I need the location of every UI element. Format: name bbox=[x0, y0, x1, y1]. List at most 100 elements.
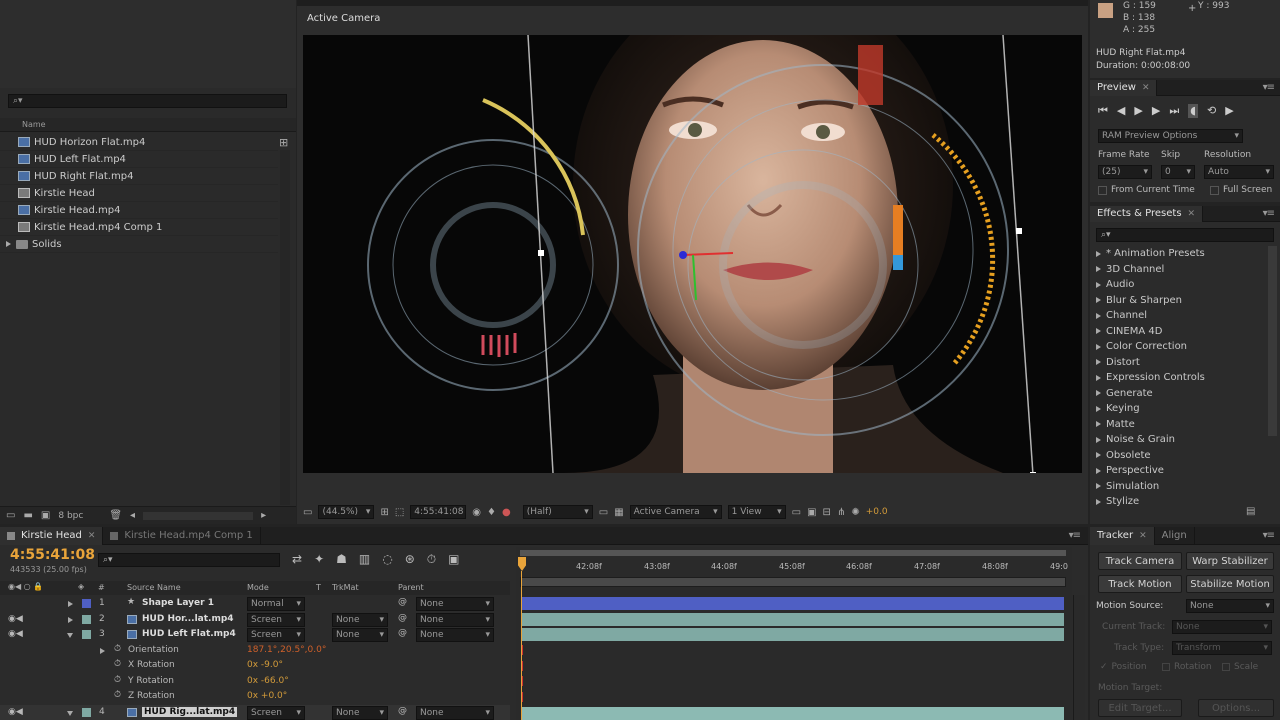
panel-menu-icon[interactable]: ▾≡ bbox=[1069, 530, 1081, 541]
blend-mode-select[interactable]: Screen ▾ bbox=[247, 628, 305, 642]
resolution-select[interactable]: (Half) ▾ bbox=[522, 505, 593, 519]
expand-arrow-icon[interactable] bbox=[6, 241, 11, 247]
view-layout-select[interactable]: 1 View ▾ bbox=[727, 505, 786, 519]
list-item[interactable]: HUD Right Flat.mp4 bbox=[0, 168, 278, 185]
property-row[interactable]: ⏱ X Rotation 0x -9.0° bbox=[0, 658, 510, 674]
exposure-icon[interactable]: ✺ bbox=[851, 507, 859, 518]
effect-category[interactable]: Blur & Sharpen bbox=[1090, 293, 1266, 309]
panel-menu-icon[interactable]: ▾≡ bbox=[1263, 82, 1275, 93]
visibility-icon[interactable]: ◉◀ bbox=[8, 707, 23, 717]
property-value[interactable]: 0x -9.0° bbox=[247, 660, 283, 670]
flowchart-icon[interactable]: ⋔ bbox=[837, 507, 845, 518]
col-trkmat[interactable]: TrkMat bbox=[332, 583, 359, 592]
viewer-timecode[interactable]: 4:55:41:08 bbox=[410, 505, 467, 519]
transparency-grid-icon[interactable]: ▦ bbox=[614, 507, 623, 518]
effect-category[interactable]: Perspective bbox=[1090, 463, 1266, 479]
tab-tracker[interactable]: Tracker ✕ bbox=[1090, 527, 1155, 545]
first-frame-icon[interactable]: ⏮ bbox=[1098, 104, 1108, 118]
grid-icon[interactable]: ⊞ bbox=[380, 507, 388, 518]
visibility-icon[interactable]: ◉◀ bbox=[8, 629, 23, 639]
rotation-checkbox[interactable]: Rotation bbox=[1162, 662, 1212, 672]
effect-category[interactable]: Obsolete bbox=[1090, 448, 1266, 464]
effect-category[interactable]: * Animation Presets bbox=[1090, 246, 1266, 262]
label-tag-icon[interactable]: ◈ bbox=[78, 582, 84, 591]
effect-category[interactable]: Noise & Grain bbox=[1090, 432, 1266, 448]
list-item[interactable]: HUD Left Flat.mp4 bbox=[0, 151, 278, 168]
trkmat-select[interactable]: None ▾ bbox=[332, 612, 388, 627]
close-icon[interactable]: ✕ bbox=[88, 531, 96, 541]
list-item[interactable]: Kirstie Head.mp4 bbox=[0, 202, 278, 219]
position-checkbox[interactable]: ✓ Position bbox=[1100, 662, 1147, 672]
label-color[interactable] bbox=[82, 630, 91, 639]
effect-category[interactable]: Simulation bbox=[1090, 479, 1266, 495]
full-screen-checkbox[interactable]: Full Screen bbox=[1210, 185, 1272, 195]
layer-row[interactable]: ◉◀ 4 HUD Rig...lat.mp4 Screen ▾ None ▾ @ N… bbox=[0, 704, 510, 720]
parent-select[interactable]: None ▾ bbox=[416, 628, 494, 642]
timeline-tracks[interactable]: 42:08f 43:08f 44:08f 45:08f 46:08f 47:08… bbox=[516, 547, 1072, 720]
effect-category[interactable]: Channel bbox=[1090, 308, 1266, 324]
effect-category[interactable]: Generate bbox=[1090, 386, 1266, 402]
effect-category[interactable]: Expression Controls bbox=[1090, 370, 1266, 386]
viewer-canvas[interactable] bbox=[303, 35, 1082, 473]
ram-preview-options-select[interactable]: RAM Preview Options ▾ bbox=[1098, 129, 1243, 143]
effect-category[interactable]: CINEMA 4D bbox=[1090, 324, 1266, 340]
parent-pickwhip-icon[interactable]: @ bbox=[398, 597, 407, 607]
shy-icon[interactable]: ☗ bbox=[336, 552, 347, 567]
bpc-label[interactable]: 8 bpc bbox=[58, 511, 83, 521]
snapshot-camera-icon[interactable]: ◉ bbox=[472, 507, 481, 518]
stabilize-motion-button[interactable]: Stabilize Motion bbox=[1186, 575, 1274, 593]
layer-name[interactable]: HUD Rig...lat.mp4 bbox=[142, 706, 238, 717]
pixel-aspect-icon[interactable]: ▭ bbox=[792, 507, 801, 518]
expand-arrow-icon[interactable] bbox=[68, 616, 73, 623]
tab-effects-presets[interactable]: Effects & Presets ✕ bbox=[1090, 206, 1204, 222]
layer-bar[interactable] bbox=[522, 597, 1064, 610]
frame-blending-icon[interactable]: ▥ bbox=[359, 552, 370, 567]
label-color[interactable] bbox=[82, 707, 91, 717]
work-area-bar[interactable] bbox=[520, 550, 1066, 556]
stopwatch-icon[interactable]: ⏱ bbox=[114, 659, 121, 669]
frame-rate-select[interactable]: (25) ▾ bbox=[1098, 165, 1152, 179]
layer-name[interactable]: HUD Left Flat.mp4 bbox=[142, 629, 236, 639]
property-value[interactable]: 187.1°,20.5°,0.0° bbox=[247, 645, 326, 655]
parent-pickwhip-icon[interactable]: @ bbox=[398, 706, 407, 716]
panel-menu-icon[interactable]: ▾≡ bbox=[1263, 530, 1275, 541]
draft-3d-icon[interactable]: ✦ bbox=[314, 552, 324, 567]
stopwatch-icon[interactable]: ⏱ bbox=[114, 690, 121, 700]
parent-pickwhip-icon[interactable]: @ bbox=[398, 628, 407, 638]
close-icon[interactable]: ✕ bbox=[1142, 83, 1150, 93]
always-preview-icon[interactable]: ▭ bbox=[303, 507, 312, 518]
show-snapshot-icon[interactable]: ♦ bbox=[487, 507, 496, 518]
skip-select[interactable]: 0 ▾ bbox=[1161, 165, 1195, 179]
mask-icon[interactable]: ⬚ bbox=[395, 507, 404, 518]
track-camera-button[interactable]: Track Camera bbox=[1098, 552, 1182, 570]
prev-frame-icon[interactable]: ◀ bbox=[1117, 104, 1125, 118]
effect-category[interactable]: Distort bbox=[1090, 355, 1266, 371]
time-ruler[interactable]: 42:08f 43:08f 44:08f 45:08f 46:08f 47:08… bbox=[516, 559, 1072, 575]
property-value[interactable]: 0x +0.0° bbox=[247, 691, 287, 701]
collapse-arrow-icon[interactable] bbox=[67, 633, 73, 638]
track-type-select[interactable]: Transform ▾ bbox=[1172, 641, 1272, 655]
motion-source-select[interactable]: None ▾ bbox=[1186, 599, 1274, 613]
visibility-icon[interactable]: ◉◀ bbox=[8, 614, 23, 624]
parent-select[interactable]: None ▾ bbox=[416, 612, 494, 627]
col-source-name[interactable]: Source Name bbox=[127, 583, 181, 592]
property-row[interactable]: ⏱ Y Rotation 0x -66.0° bbox=[0, 674, 510, 690]
list-item[interactable]: HUD Horizon Flat.mp4 bbox=[0, 134, 278, 151]
brainstorm-icon[interactable]: ⊛ bbox=[405, 552, 415, 567]
warp-stabilizer-button[interactable]: Warp Stabilizer bbox=[1186, 552, 1274, 570]
effects-search-input[interactable]: ⌕▾ bbox=[1096, 228, 1274, 242]
close-icon[interactable]: ✕ bbox=[1188, 209, 1196, 219]
layer-bar[interactable] bbox=[522, 628, 1064, 641]
track-motion-button[interactable]: Track Motion bbox=[1098, 575, 1182, 593]
tab-kirstie-head[interactable]: Kirstie Head ✕ bbox=[0, 527, 104, 545]
layer-bar[interactable] bbox=[522, 707, 1064, 720]
composition-image[interactable] bbox=[303, 35, 1082, 473]
effects-scrollbar[interactable] bbox=[1268, 246, 1277, 436]
last-frame-icon[interactable]: ⏭ bbox=[1169, 104, 1179, 118]
tab-align[interactable]: Align bbox=[1155, 527, 1195, 545]
project-column-header[interactable]: Name bbox=[0, 118, 296, 132]
scroll-right-icon[interactable]: ▸ bbox=[261, 510, 266, 521]
timeline-search-input[interactable]: ⌕▾ bbox=[98, 553, 280, 567]
parent-select[interactable]: None ▾ bbox=[416, 705, 494, 720]
av-switches-icon[interactable]: ◉◀ ○ 🔒 bbox=[8, 582, 43, 591]
